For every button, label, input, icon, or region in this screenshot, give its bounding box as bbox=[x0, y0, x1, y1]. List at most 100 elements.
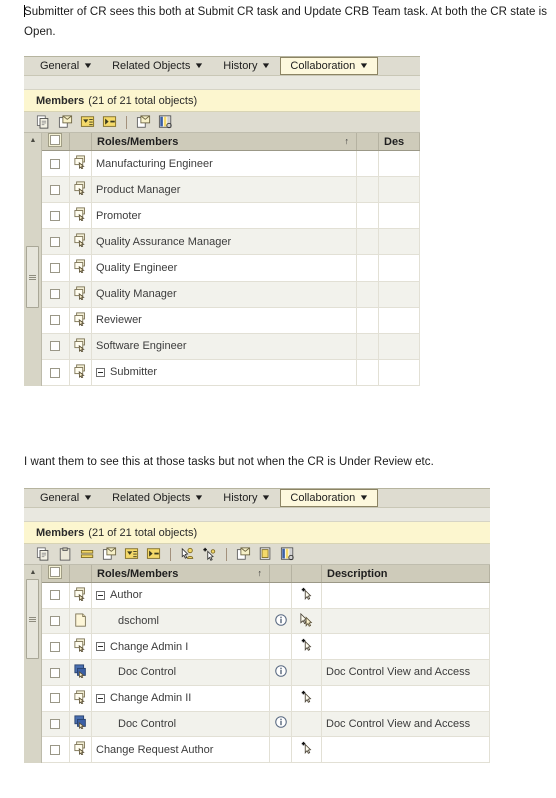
scrollbar-thumb[interactable] bbox=[26, 246, 39, 308]
row-select-cell[interactable] bbox=[41, 281, 70, 308]
row-checkbox[interactable] bbox=[50, 693, 61, 704]
table-row[interactable]: Doc Control Doc Control View and Access bbox=[41, 659, 490, 686]
run-action-icon[interactable] bbox=[102, 115, 117, 129]
mail-icon[interactable] bbox=[236, 547, 251, 561]
tab-related-objects[interactable]: Related Objects ▼ bbox=[102, 57, 213, 75]
row-checkbox[interactable] bbox=[50, 718, 61, 729]
table-row[interactable]: dschoml bbox=[41, 608, 490, 635]
table-row[interactable]: Change Admin II bbox=[41, 685, 490, 712]
row-checkbox[interactable] bbox=[50, 641, 61, 652]
select-all-checkbox[interactable] bbox=[50, 135, 61, 145]
row-name-cell[interactable]: Doc Control bbox=[91, 711, 270, 738]
copy-icon[interactable] bbox=[36, 547, 51, 561]
table-row[interactable]: Product Manager bbox=[41, 176, 420, 204]
tab-history-2[interactable]: History ▼ bbox=[213, 489, 280, 507]
table-row[interactable]: Change Admin I bbox=[41, 633, 490, 661]
row-select-cell[interactable] bbox=[41, 176, 70, 204]
select-all-checkbox-wrap-2[interactable] bbox=[48, 565, 63, 579]
row-select-cell[interactable] bbox=[41, 333, 70, 360]
report-columns-icon[interactable] bbox=[158, 115, 173, 129]
run-action-icon[interactable] bbox=[146, 547, 161, 561]
row-action-cell[interactable] bbox=[291, 582, 322, 609]
row-select-cell[interactable] bbox=[41, 228, 70, 256]
row-name-cell[interactable]: Product Manager bbox=[91, 176, 357, 204]
row-select-cell[interactable] bbox=[41, 307, 70, 334]
scrollbar-thumb[interactable] bbox=[26, 579, 39, 659]
row-name-cell[interactable]: Change Admin II bbox=[91, 685, 270, 712]
tab-collaboration-2[interactable]: Collaboration ▼ bbox=[280, 489, 379, 507]
row-info-cell[interactable] bbox=[269, 711, 292, 738]
row-action-cell[interactable] bbox=[291, 685, 322, 712]
row-select-cell[interactable] bbox=[41, 254, 70, 282]
row-checkbox[interactable] bbox=[50, 210, 61, 221]
collapse-expander-icon[interactable] bbox=[96, 367, 105, 377]
tab-general-2[interactable]: General ▼ bbox=[30, 489, 102, 507]
row-checkbox[interactable] bbox=[50, 744, 61, 755]
roles-members-column-header[interactable]: Roles/Members ↑ bbox=[91, 133, 357, 151]
row-select-cell[interactable] bbox=[41, 633, 70, 661]
row-select-cell[interactable] bbox=[41, 202, 70, 230]
row-name-cell[interactable]: Promoter bbox=[91, 202, 357, 230]
row-action-cell[interactable] bbox=[291, 608, 322, 635]
table-row[interactable]: Quality Engineer bbox=[41, 254, 420, 282]
row-checkbox[interactable] bbox=[50, 590, 61, 601]
row-select-cell[interactable] bbox=[41, 150, 70, 178]
row-name-cell[interactable]: Software Engineer bbox=[91, 333, 357, 360]
properties-icon[interactable] bbox=[258, 547, 273, 561]
select-all-checkbox-wrap[interactable] bbox=[48, 133, 63, 147]
row-checkbox[interactable] bbox=[50, 158, 61, 169]
row-name-cell[interactable]: Author bbox=[91, 582, 270, 609]
collapse-expander-icon[interactable] bbox=[96, 693, 105, 703]
scroll-up-arrow-icon[interactable]: ▲ bbox=[27, 567, 39, 578]
row-name-cell[interactable]: Reviewer bbox=[91, 307, 357, 334]
row-name-cell[interactable]: Change Request Author bbox=[91, 736, 270, 763]
scroll-up-arrow-icon[interactable]: ▲ bbox=[27, 135, 39, 146]
row-checkbox[interactable] bbox=[50, 367, 61, 378]
select-all-header[interactable] bbox=[41, 133, 70, 151]
table-row[interactable]: Quality Assurance Manager bbox=[41, 228, 420, 256]
row-checkbox[interactable] bbox=[50, 263, 61, 274]
collapse-expander-icon[interactable] bbox=[96, 590, 105, 600]
row-checkbox[interactable] bbox=[50, 667, 61, 678]
description-column-header-two[interactable]: Description bbox=[321, 565, 490, 583]
table-row[interactable]: Manufacturing Engineer bbox=[41, 150, 420, 178]
table-row[interactable]: Change Request Author bbox=[41, 736, 490, 763]
row-checkbox[interactable] bbox=[50, 341, 61, 352]
row-checkbox[interactable] bbox=[50, 616, 61, 627]
row-name-cell[interactable]: Change Admin I bbox=[91, 633, 270, 661]
table-row[interactable]: Submitter bbox=[41, 359, 420, 387]
table-row[interactable]: Author bbox=[41, 582, 490, 609]
roles-members-column-header-2[interactable]: Roles/Members ↑ bbox=[91, 565, 270, 583]
table-row[interactable]: Reviewer bbox=[41, 307, 420, 334]
add-person-cursor-icon[interactable] bbox=[180, 547, 195, 561]
select-all-header-2[interactable] bbox=[41, 565, 70, 583]
row-checkbox[interactable] bbox=[50, 315, 61, 326]
open-envelope-icon[interactable] bbox=[102, 547, 117, 561]
row-name-cell[interactable]: Doc Control bbox=[91, 659, 270, 686]
row-action-cell[interactable] bbox=[291, 633, 322, 661]
row-select-cell[interactable] bbox=[41, 685, 70, 712]
table-row[interactable]: Promoter bbox=[41, 202, 420, 230]
row-select-cell[interactable] bbox=[41, 711, 70, 738]
row-info-cell[interactable] bbox=[269, 608, 292, 635]
row-checkbox[interactable] bbox=[50, 236, 61, 247]
row-select-cell[interactable] bbox=[41, 608, 70, 635]
collapse-expander-icon[interactable] bbox=[96, 642, 105, 652]
row-name-cell[interactable]: Manufacturing Engineer bbox=[91, 150, 357, 178]
row-name-cell[interactable]: Submitter bbox=[91, 359, 357, 387]
remove-row-icon[interactable] bbox=[80, 547, 95, 561]
row-action-cell[interactable] bbox=[291, 736, 322, 763]
vertical-scrollbar-two[interactable]: ▲ bbox=[24, 565, 42, 763]
open-envelope-icon[interactable] bbox=[58, 115, 73, 129]
copy-icon[interactable] bbox=[36, 115, 51, 129]
mail-icon[interactable] bbox=[136, 115, 151, 129]
table-row[interactable]: Software Engineer bbox=[41, 333, 420, 360]
tab-collaboration[interactable]: Collaboration ▼ bbox=[280, 57, 379, 75]
row-checkbox[interactable] bbox=[50, 289, 61, 300]
table-row[interactable]: Quality Manager bbox=[41, 281, 420, 308]
row-name-cell[interactable]: Quality Assurance Manager bbox=[91, 228, 357, 256]
filter-dropdown-icon[interactable] bbox=[124, 547, 139, 561]
tab-general[interactable]: General ▼ bbox=[30, 57, 102, 75]
tab-related-objects-2[interactable]: Related Objects ▼ bbox=[102, 489, 213, 507]
paste-icon[interactable] bbox=[58, 547, 73, 561]
